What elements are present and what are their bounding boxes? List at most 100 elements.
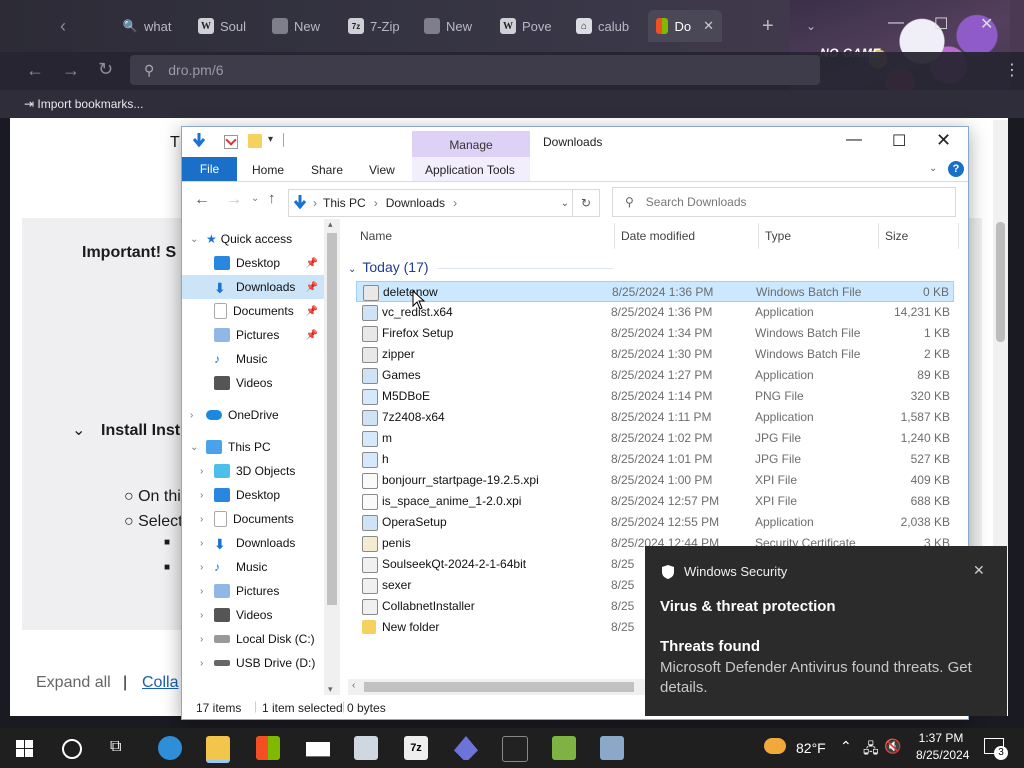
file-row[interactable]: Games 8/25/2024 1:27 PM Application 89 KB (356, 365, 954, 386)
terminal-icon[interactable] (502, 736, 528, 762)
scrollbar-thumb[interactable] (364, 682, 634, 692)
tab-list-chevron-icon[interactable]: ⌄ (806, 10, 816, 42)
collapse-all-link[interactable]: Colla (142, 674, 178, 692)
7zip-icon[interactable]: 7z (404, 736, 428, 760)
breadcrumb-downloads[interactable]: Downloads (386, 196, 445, 210)
file-row[interactable]: vc_redist.x64 8/25/2024 1:36 PM Applicatio… (356, 302, 954, 323)
column-size[interactable]: Size (885, 229, 908, 243)
forward-icon[interactable]: → (62, 60, 80, 81)
qat-chevron-icon[interactable]: ▾ (268, 134, 273, 145)
file-row[interactable]: m 8/25/2024 1:02 PM JPG File 1,240 KB (356, 428, 954, 449)
tab-home[interactable]: Home (252, 163, 284, 177)
close-tab-icon[interactable]: ✕ (703, 18, 714, 34)
store-icon[interactable] (256, 736, 280, 760)
browser-tab[interactable]: 🔍 what (122, 10, 180, 42)
column-type[interactable]: Type (765, 229, 791, 243)
tab-view[interactable]: View (369, 163, 395, 177)
address-dropdown-icon[interactable]: ⌄ (561, 198, 569, 209)
nav-item-documents-pc[interactable]: › Documents (182, 507, 324, 531)
nav-item-3d-objects[interactable]: › 3D Objects (182, 459, 324, 483)
manage-context-tab[interactable]: Manage (412, 131, 530, 157)
expand-all-link[interactable]: Expand all (36, 674, 111, 692)
file-row[interactable]: is_space_anime_1-2.0.xpi 8/25/2024 12:57 … (356, 491, 954, 512)
file-row[interactable]: OperaSetup 8/25/2024 12:55 PM Application 2… (356, 512, 954, 533)
horizontal-scrollbar[interactable]: ‹ (348, 679, 648, 695)
back-icon[interactable]: ← (26, 60, 44, 81)
minimize-icon[interactable]: — (846, 131, 862, 149)
scrollbar-thumb[interactable] (327, 233, 337, 605)
nav-item-usb-drive[interactable]: › USB Drive (D:) (182, 651, 324, 675)
file-row[interactable]: bonjourr_startpage-19.2.5.xpi 8/25/2024 1… (356, 470, 954, 491)
nav-item-music-pc[interactable]: › ♪ Music (182, 555, 324, 579)
browser-tab[interactable]: 7z 7-Zip (348, 10, 406, 42)
nav-item-videos-pc[interactable]: › Videos (182, 603, 324, 627)
up-icon[interactable]: ↑ (268, 190, 276, 207)
maximize-icon[interactable]: ☐ (934, 14, 948, 34)
volume-muted-icon[interactable]: 🔇 (884, 738, 901, 755)
file-row[interactable]: 7z2408-x64 8/25/2024 1:11 PM Application 1,… (356, 407, 954, 428)
search-input[interactable]: ⚲ Search Downloads (612, 187, 956, 217)
file-row[interactable]: deletenow 8/25/2024 1:36 PM Windows Batch … (356, 281, 954, 302)
nav-item-desktop[interactable]: Desktop 📌 (182, 251, 324, 275)
file-row[interactable]: M5DBoE 8/25/2024 1:14 PM PNG File 320 KB (356, 386, 954, 407)
nav-item-pictures[interactable]: Pictures 📌 (182, 323, 324, 347)
file-row[interactable]: h 8/25/2024 1:01 PM JPG File 527 KB (356, 449, 954, 470)
browser-app-icon[interactable] (158, 736, 182, 760)
menu-icon[interactable]: ⋮ (1004, 60, 1020, 80)
nav-item-local-disk[interactable]: › Local Disk (C:) (182, 627, 324, 651)
tab-scroll-left[interactable]: ‹ (60, 10, 66, 42)
scroll-left-icon[interactable]: ‹ (352, 680, 355, 691)
chevron-up-icon[interactable]: ⌃ (840, 738, 852, 755)
security-notification[interactable]: Windows Security ✕ Virus & threat protec… (645, 546, 1007, 716)
address-bar[interactable]: › This PC › Downloads › ⌄ ↻ (288, 189, 600, 217)
url-bar[interactable]: ⚲ dro.pm/6 (130, 55, 820, 85)
browser-tab-active[interactable]: Do ✕ (648, 10, 722, 42)
maximize-icon[interactable]: ☐ (892, 131, 906, 151)
nav-item-pictures-pc[interactable]: › Pictures (182, 579, 324, 603)
nav-item-documents[interactable]: Documents 📌 (182, 299, 324, 323)
nav-this-pc[interactable]: ⌄ This PC (182, 435, 324, 459)
tab-application-tools[interactable]: Application Tools (425, 163, 515, 177)
properties-icon[interactable] (224, 134, 238, 149)
weather-icon[interactable] (764, 738, 786, 754)
breadcrumb-this-pc[interactable]: This PC (323, 196, 366, 210)
nav-item-downloads-pc[interactable]: › ⬇ Downloads (182, 531, 324, 555)
column-date-modified[interactable]: Date modified (621, 229, 695, 243)
pin-icon[interactable]: 📌 (306, 306, 318, 317)
ribbon-expand-chevron-icon[interactable]: ⌄ (929, 163, 937, 174)
nav-item-music[interactable]: ♪ Music (182, 347, 324, 371)
folder-icon[interactable] (248, 134, 262, 148)
nav-onedrive[interactable]: › OneDrive (182, 403, 324, 427)
browser-tab[interactable]: ⌂ calub (576, 10, 632, 42)
group-header[interactable]: ⌄ Today (17) (348, 259, 613, 275)
import-bookmarks-link[interactable]: ⇥ Import bookmarks... (24, 97, 143, 111)
browser-tab[interactable]: W Pove (500, 10, 556, 42)
file-explorer-icon[interactable] (206, 736, 230, 763)
app-icon[interactable] (354, 736, 378, 760)
chevron-down-icon[interactable]: ⌄ (72, 420, 85, 440)
reload-icon[interactable]: ↻ (98, 59, 113, 80)
scroll-up-icon[interactable]: ▴ (328, 219, 333, 230)
close-window-icon[interactable]: ✕ (980, 14, 993, 34)
forward-icon[interactable]: → (226, 191, 242, 209)
help-icon[interactable]: ? (948, 161, 964, 177)
close-window-icon[interactable]: ✕ (936, 130, 951, 151)
scroll-down-icon[interactable]: ▾ (328, 684, 333, 695)
nav-item-downloads[interactable]: ⬇ Downloads 📌 (182, 275, 324, 299)
nav-quick-access[interactable]: ⌄ ★ Quick access (182, 227, 324, 251)
pin-icon[interactable]: 📌 (306, 258, 318, 269)
file-row[interactable]: zipper 8/25/2024 1:30 PM Windows Batch Fil… (356, 344, 954, 365)
start-windows-icon[interactable] (16, 740, 33, 760)
tab-file[interactable]: File (182, 157, 237, 181)
file-row[interactable]: Firefox Setup 8/25/2024 1:34 PM Windows Ba… (356, 323, 954, 344)
install-instructions-heading[interactable]: Install Instr (101, 422, 186, 440)
search-circle-icon[interactable] (62, 739, 82, 759)
tab-share[interactable]: Share (311, 163, 343, 177)
nav-item-videos[interactable]: Videos (182, 371, 324, 395)
pin-icon[interactable]: 📌 (306, 330, 318, 341)
browser-tab[interactable]: New (424, 10, 476, 42)
refresh-icon[interactable]: ↻ (572, 190, 599, 216)
mail-icon[interactable] (306, 742, 330, 757)
new-tab-button[interactable]: + (762, 10, 774, 42)
browser-tab[interactable]: W Soul (198, 10, 252, 42)
